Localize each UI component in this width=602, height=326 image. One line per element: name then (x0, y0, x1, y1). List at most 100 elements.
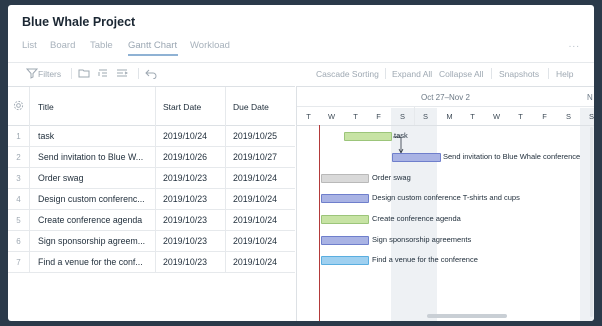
toolbar: Filters Cascade Sorting Expand All Colla… (8, 63, 594, 85)
toolbar-separator (71, 68, 72, 79)
column-header-title[interactable]: Title (38, 102, 54, 112)
due-date[interactable]: 2019/10/24 (233, 257, 295, 267)
day-label: T (518, 112, 523, 121)
gear-icon[interactable] (13, 100, 24, 111)
task-title[interactable]: Create conference agenda (38, 215, 153, 225)
gantt-chart: Oct 27–Nov 2 N T W T F S S M T W T F S S… (296, 86, 594, 321)
start-date[interactable]: 2019/10/23 (163, 194, 229, 204)
help-button[interactable]: Help (556, 69, 573, 79)
day-label: S (422, 112, 428, 121)
gantt-bar[interactable] (321, 236, 369, 245)
day-label: S (565, 112, 571, 121)
day-label: T (353, 112, 358, 121)
gantt-bar-label: Order swag (372, 173, 411, 182)
snapshots-button[interactable]: Snapshots (499, 69, 539, 79)
date-range-label: Oct 27–Nov 2 (421, 93, 470, 102)
task-title[interactable]: Order swag (38, 173, 153, 183)
tab-table[interactable]: Table (90, 40, 113, 51)
table-row[interactable]: 2 Send invitation to Blue W... 2019/10/2… (8, 147, 295, 168)
table-row[interactable]: 5 Create conference agenda 2019/10/23 20… (8, 210, 295, 231)
column-header-due-date[interactable]: Due Date (233, 102, 269, 112)
due-date[interactable]: 2019/10/24 (233, 215, 295, 225)
gantt-bar-label: Design custom conference T-shirts and cu… (372, 193, 520, 202)
day-label: T (306, 112, 311, 121)
table-row[interactable]: 6 Sign sponsorship agreem... 2019/10/23 … (8, 231, 295, 252)
due-date[interactable]: 2019/10/24 (233, 173, 295, 183)
indent-icon[interactable] (97, 67, 109, 79)
cascade-sorting-button[interactable]: Cascade Sorting (316, 69, 379, 79)
project-window: Blue Whale Project List Board Table Gant… (8, 5, 594, 321)
toolbar-separator (548, 68, 549, 79)
row-number: 6 (16, 237, 21, 246)
task-grid: Title Start Date Due Date 1 task 2019/10… (8, 86, 295, 321)
due-date[interactable]: 2019/10/27 (233, 152, 295, 162)
project-title: Blue Whale Project (22, 15, 136, 29)
toolbar-separator (491, 68, 492, 79)
start-date[interactable]: 2019/10/26 (163, 152, 229, 162)
folder-icon[interactable] (78, 67, 90, 79)
active-tab-indicator (128, 54, 178, 56)
task-title[interactable]: Send invitation to Blue W... (38, 152, 153, 162)
table-row[interactable]: 1 task 2019/10/24 2019/10/25 (8, 126, 295, 147)
day-label: S (588, 112, 594, 121)
row-number: 2 (16, 153, 21, 162)
horizontal-scrollbar[interactable] (427, 314, 507, 318)
tab-list[interactable]: List (22, 40, 37, 51)
task-title[interactable]: task (38, 131, 153, 141)
toolbar-separator (385, 68, 386, 79)
filters-button[interactable]: Filters (38, 69, 61, 79)
outdent-icon[interactable] (116, 67, 128, 79)
day-label: S (399, 112, 405, 121)
start-date[interactable]: 2019/10/23 (163, 257, 229, 267)
gantt-bar-label: Find a venue for the conference (372, 255, 478, 264)
gantt-bar[interactable] (392, 153, 441, 162)
column-header-start-date[interactable]: Start Date (163, 102, 201, 112)
undo-icon[interactable] (145, 67, 157, 79)
today-marker (319, 125, 320, 321)
day-header: T W T F S S M T W T F S S (297, 106, 594, 126)
gantt-bar[interactable] (321, 256, 369, 265)
collapse-all-button[interactable]: Collapse All (439, 69, 483, 79)
row-number: 1 (16, 132, 21, 141)
date-range-label-next: N (587, 93, 593, 102)
start-date[interactable]: 2019/10/24 (163, 131, 229, 141)
task-title[interactable]: Sign sponsorship agreem... (38, 236, 153, 246)
grid-header: Title Start Date Due Date (8, 87, 295, 126)
row-number: 5 (16, 216, 21, 225)
start-date[interactable]: 2019/10/23 (163, 236, 229, 246)
table-row[interactable]: 3 Order swag 2019/10/23 2019/10/24 (8, 168, 295, 189)
day-label: W (492, 112, 501, 121)
expand-all-button[interactable]: Expand All (392, 69, 432, 79)
task-title[interactable]: Design custom conferenc... (38, 194, 153, 204)
tab-gantt-chart[interactable]: Gantt Chart (128, 40, 177, 51)
day-label: W (327, 112, 336, 121)
filter-icon (26, 68, 38, 79)
start-date[interactable]: 2019/10/23 (163, 215, 229, 225)
vertical-scrollbar[interactable] (590, 127, 593, 317)
row-number: 7 (16, 258, 21, 267)
gantt-bar[interactable] (321, 215, 369, 224)
day-label: F (542, 112, 547, 121)
table-row[interactable]: 7 Find a venue for the conf... 2019/10/2… (8, 252, 295, 273)
gantt-bar[interactable] (321, 174, 369, 183)
task-title[interactable]: Find a venue for the conf... (38, 257, 153, 267)
day-divider (414, 107, 415, 125)
due-date[interactable]: 2019/10/24 (233, 194, 295, 204)
day-label: F (376, 112, 381, 121)
day-label: M (446, 112, 453, 121)
row-number: 3 (16, 174, 21, 183)
gantt-bar-label: Create conference agenda (372, 214, 461, 223)
table-row[interactable]: 4 Design custom conferenc... 2019/10/23 … (8, 189, 295, 210)
due-date[interactable]: 2019/10/24 (233, 236, 295, 246)
more-options-icon[interactable]: ... (569, 39, 580, 50)
due-date[interactable]: 2019/10/25 (233, 131, 295, 141)
row-number: 4 (16, 195, 21, 204)
day-label: T (470, 112, 475, 121)
tab-board[interactable]: Board (50, 40, 75, 51)
gantt-bar-label: Send invitation to Blue Whale conference (443, 152, 581, 161)
gantt-bar[interactable] (321, 194, 369, 203)
tab-workload[interactable]: Workload (190, 40, 230, 51)
toolbar-separator (138, 68, 139, 79)
gantt-bar[interactable] (344, 132, 392, 141)
start-date[interactable]: 2019/10/23 (163, 173, 229, 183)
